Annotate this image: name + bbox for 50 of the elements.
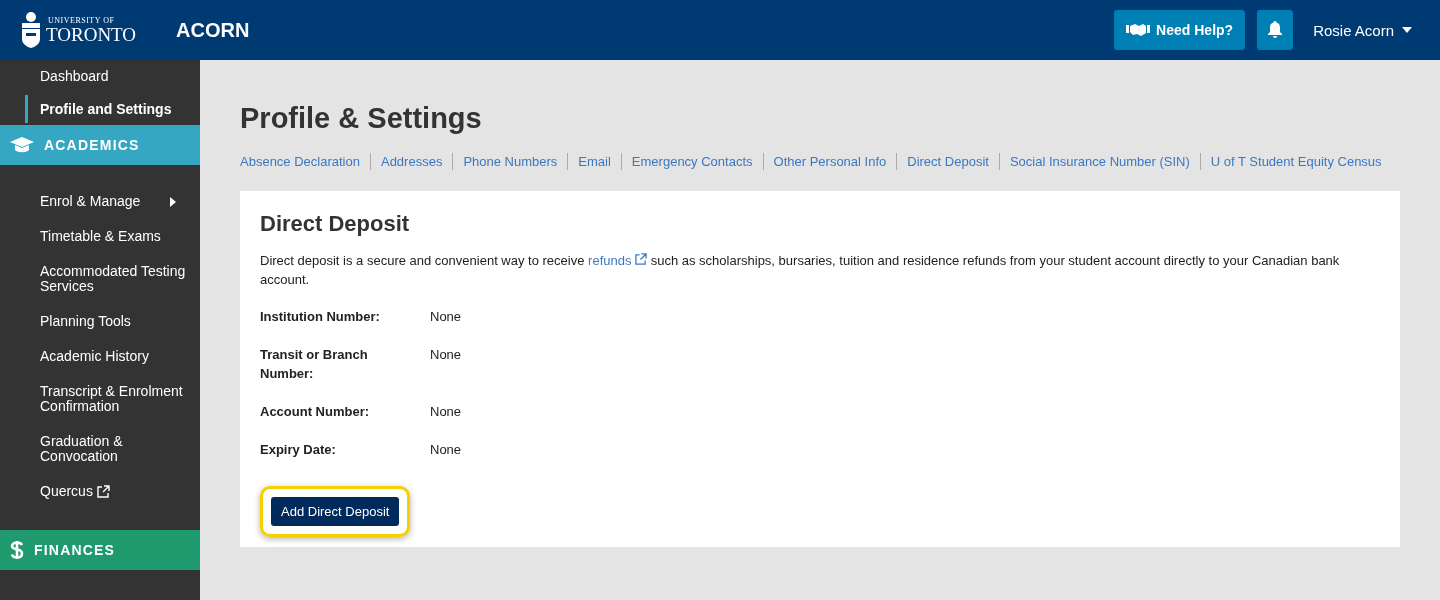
sidebar-item[interactable]: Graduation & Convocation xyxy=(0,434,200,465)
subnav-link[interactable]: Other Personal Info xyxy=(762,153,897,170)
field-label: Expiry Date: xyxy=(260,441,337,459)
field-label: Institution Number: xyxy=(260,308,380,326)
subnav-link[interactable]: Phone Numbers xyxy=(452,153,568,170)
field-value: None xyxy=(430,403,463,421)
logo-text: TORONTO xyxy=(46,24,137,44)
add-direct-deposit-button[interactable]: Add Direct Deposit xyxy=(271,497,400,526)
graduation-cap-icon xyxy=(10,137,34,154)
sidebar-item[interactable]: Transcript & Enrolment Confirmation xyxy=(0,384,200,415)
refunds-link[interactable]: refunds xyxy=(588,253,648,268)
intro-paragraph: Direct deposit is a secure and convenient way to receive refunds such as scholarships, bursaries, tuition and residence refunds from your student account directly to your Canadian bank account. xyxy=(260,252,1341,289)
notifications-button[interactable] xyxy=(1257,10,1294,50)
university-crest-logo xyxy=(20,11,42,49)
sidebar-item[interactable]: Timetable & Exams xyxy=(0,229,200,245)
caret-down-icon xyxy=(1402,27,1412,33)
subnav-link[interactable]: Social Insurance Number (SIN) xyxy=(998,153,1200,170)
card-title: Direct Deposit xyxy=(260,211,411,237)
section-header[interactable]: FINANCES xyxy=(0,530,200,571)
caret-right-icon xyxy=(170,196,176,207)
sidebar-item[interactable]: Enrol & Manage xyxy=(0,194,200,210)
subnav-link[interactable]: Emergency Contacts xyxy=(620,153,763,170)
help-button[interactable]: Need Help? xyxy=(1114,10,1246,50)
subnav-link[interactable]: U of T Student Equity Census xyxy=(1199,153,1392,170)
external-link-icon xyxy=(96,485,110,499)
field-label: Account Number: xyxy=(260,403,371,421)
bell-icon xyxy=(1267,21,1284,39)
field-label: Transit or Branch Number: xyxy=(260,346,369,383)
user-menu-button[interactable]: Rosie Acorn xyxy=(1305,21,1420,39)
sidebar-item[interactable]: Accommodated Testing Services xyxy=(0,264,200,295)
section-title: FINANCES xyxy=(34,542,116,559)
field-value: None xyxy=(430,346,463,364)
field-value: None xyxy=(430,308,463,326)
sidebar-item[interactable]: Quercus xyxy=(0,484,200,500)
subnav-link[interactable]: Addresses xyxy=(369,153,453,170)
page-title: Profile & Settings xyxy=(240,102,483,135)
subnav-link[interactable]: Email xyxy=(567,153,621,170)
subnav-link[interactable]: Absence Declaration xyxy=(240,153,370,170)
field-value: None xyxy=(430,441,463,459)
app-name: ACORN xyxy=(176,18,250,42)
section-header[interactable]: ACADEMICS xyxy=(0,125,200,166)
external-link-icon xyxy=(635,253,648,265)
sidebar-item[interactable]: Planning Tools xyxy=(0,314,200,330)
section-title: ACADEMICS xyxy=(44,137,140,154)
logo-text: UNIVERSITY OF xyxy=(47,16,116,25)
handshake-icon xyxy=(1126,23,1151,37)
dollar-sign-icon xyxy=(10,540,24,561)
sidebar-item[interactable]: Academic History xyxy=(0,349,200,365)
sidebar-item[interactable]: Dashboard xyxy=(25,62,200,91)
subnav-link[interactable]: Direct Deposit xyxy=(896,153,999,170)
